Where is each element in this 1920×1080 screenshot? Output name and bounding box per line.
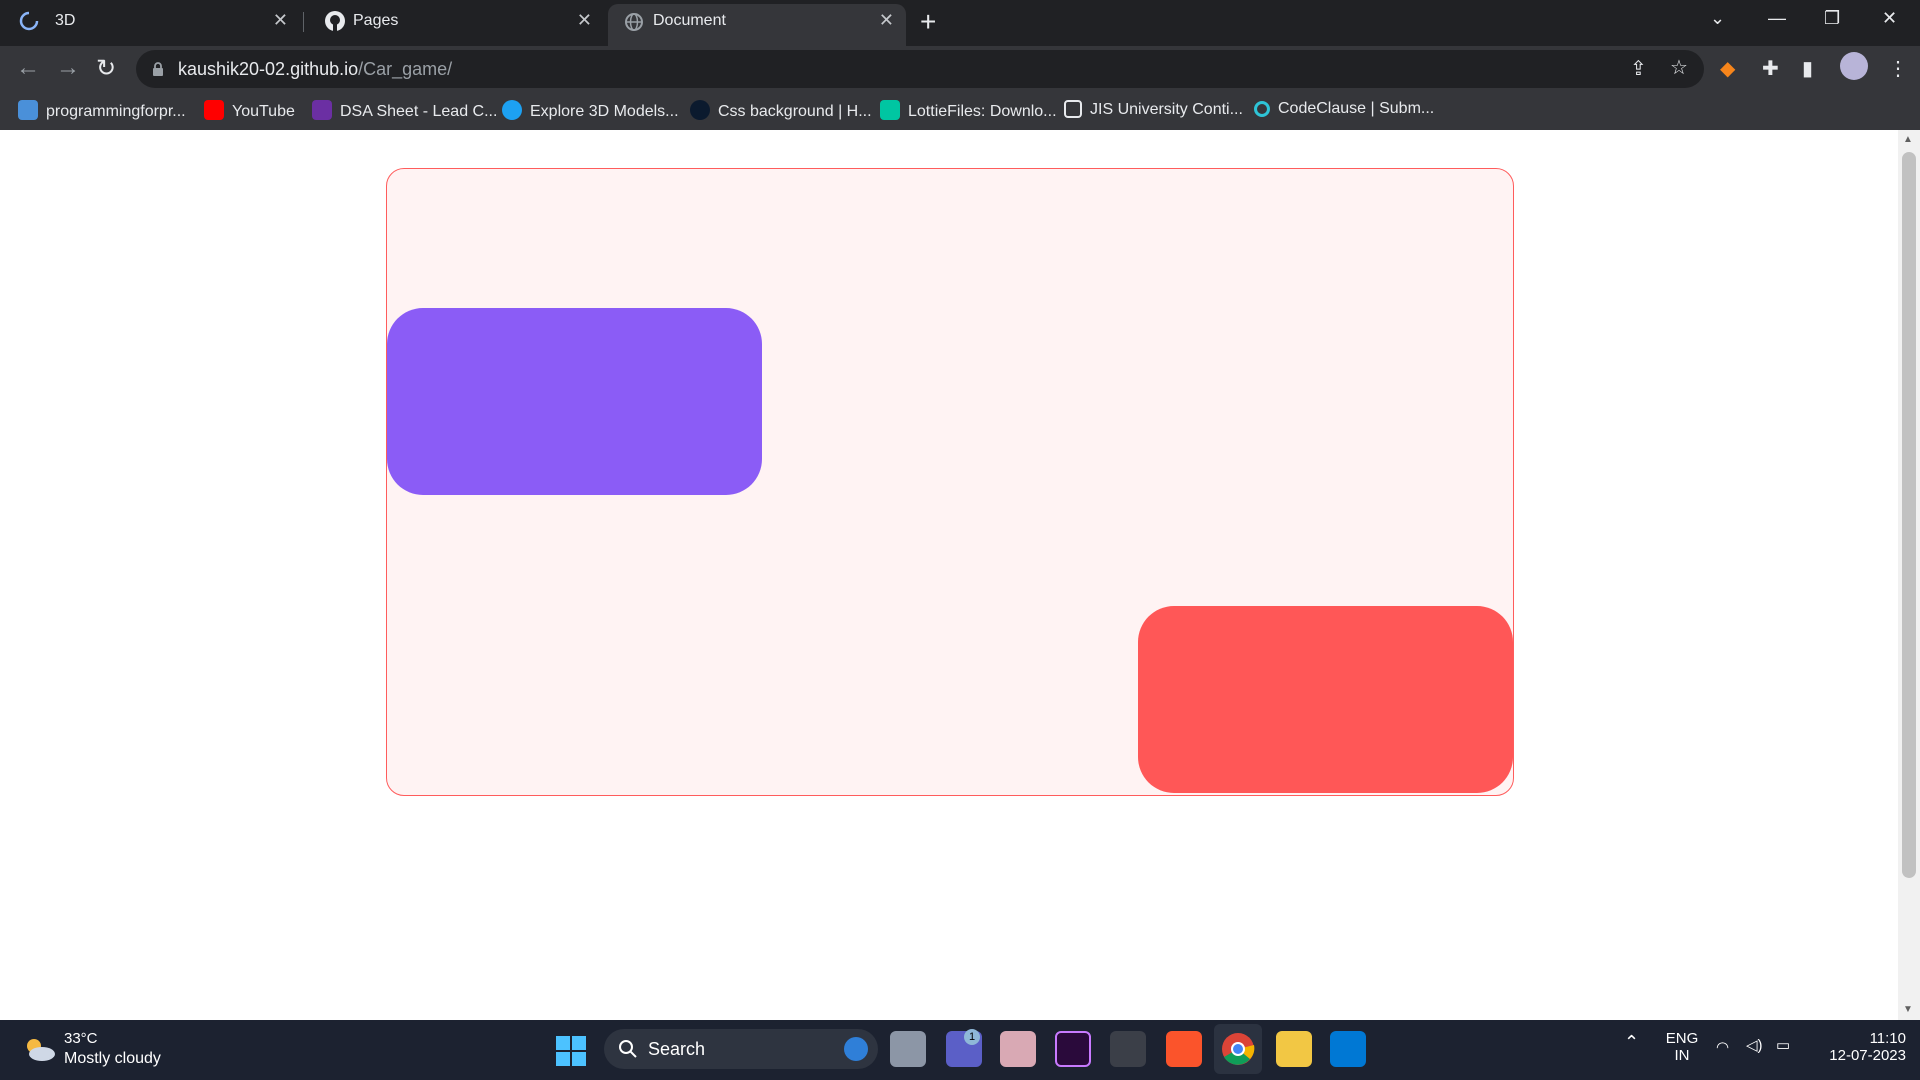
scroll-down-icon[interactable]: ▼	[1903, 1004, 1913, 1015]
bookmark-favicon-icon	[690, 100, 710, 120]
bing-icon[interactable]	[844, 1037, 868, 1061]
tab-title: Document	[653, 12, 726, 29]
reload-icon[interactable]: ↻	[96, 54, 116, 83]
clock-time: 11:10	[1869, 1030, 1906, 1047]
tab-strip: 3D ✕ Pages ✕ Document ✕ + ⌄ — ❐ ✕	[0, 0, 1920, 46]
bookmark-label: DSA Sheet - Lead C...	[340, 103, 498, 120]
search-icon	[619, 1040, 637, 1058]
bookmark-favicon-icon	[1254, 101, 1270, 117]
bookmark-item[interactable]: LottieFiles: Downlo...	[880, 100, 1057, 121]
enemy-car	[1138, 606, 1513, 793]
url-text: kaushik20-02.github.io/Car_game/	[178, 59, 452, 80]
task-view-icon[interactable]	[890, 1031, 926, 1067]
tab-search-icon[interactable]: ⌄	[1710, 8, 1725, 29]
tab-3d[interactable]: 3D ✕	[0, 0, 300, 42]
close-window-icon[interactable]: ✕	[1882, 8, 1897, 29]
language-code: ENG	[1665, 1030, 1699, 1047]
clock-date: 12-07-2023	[1829, 1047, 1906, 1064]
weather-condition: Mostly cloudy	[64, 1050, 161, 1067]
bookmark-label: Explore 3D Models...	[530, 103, 679, 120]
weather-temperature: 33°C	[64, 1030, 98, 1047]
new-tab-button[interactable]: +	[920, 6, 936, 38]
external-link-icon	[1064, 100, 1082, 118]
bookmark-label: Css background | H...	[718, 103, 872, 120]
chrome-icon[interactable]	[1220, 1031, 1256, 1067]
side-panel-icon[interactable]: ▮	[1802, 56, 1813, 81]
terminal-icon[interactable]	[1110, 1031, 1146, 1067]
scroll-up-icon[interactable]: ▲	[1903, 134, 1913, 145]
restore-icon[interactable]: ❐	[1824, 8, 1840, 29]
close-tab-icon[interactable]: ✕	[577, 10, 592, 31]
vscode-icon[interactable]	[1330, 1031, 1366, 1067]
scrollbar-thumb[interactable]	[1902, 152, 1916, 878]
tab-pages[interactable]: Pages ✕	[306, 0, 604, 42]
wifi-icon[interactable]: ◠	[1716, 1038, 1729, 1056]
close-tab-icon[interactable]: ✕	[273, 10, 288, 31]
battery-icon[interactable]: ▭	[1776, 1036, 1790, 1054]
lottiefiles-icon	[880, 100, 900, 120]
browser-toolbar: ← → ↻ kaushik20-02.github.io/Car_game/ ⇪…	[0, 46, 1920, 130]
language-indicator[interactable]: ENG IN	[1664, 1030, 1700, 1064]
anime-app-icon[interactable]	[1000, 1031, 1036, 1067]
globe-icon	[625, 13, 643, 31]
bookmark-item[interactable]: programmingforpr...	[18, 100, 186, 121]
extensions-puzzle-icon[interactable]: ✚	[1762, 56, 1779, 81]
brave-browser-icon[interactable]	[1166, 1031, 1202, 1067]
bookmark-item[interactable]: YouTube	[204, 100, 295, 121]
tab-separator	[303, 12, 304, 32]
back-icon[interactable]: ←	[16, 54, 40, 82]
notification-badge: 1	[964, 1029, 980, 1045]
url-path: /Car_game/	[358, 59, 453, 79]
bookmark-item[interactable]: Explore 3D Models...	[502, 100, 679, 121]
bookmark-label: LottieFiles: Downlo...	[908, 103, 1057, 120]
bookmark-item[interactable]: JIS University Conti...	[1064, 100, 1243, 119]
vertical-scrollbar[interactable]: ▲ ▼	[1898, 130, 1920, 1020]
address-bar[interactable]: kaushik20-02.github.io/Car_game/ ⇪ ☆	[136, 50, 1704, 88]
windows-start-icon[interactable]	[556, 1036, 586, 1066]
volume-icon[interactable]: ◁)	[1746, 1036, 1763, 1054]
metamask-extension-icon[interactable]: ◆	[1720, 56, 1735, 81]
bookmark-favicon-icon	[312, 100, 332, 120]
tab-document[interactable]: Document ✕	[608, 4, 906, 46]
bookmarks-bar: programmingforpr... YouTube DSA Sheet - …	[0, 94, 1920, 128]
bookmark-item[interactable]: CodeClause | Subm...	[1254, 100, 1434, 118]
bookmark-favicon-icon	[502, 100, 522, 120]
menu-kebab-icon[interactable]: ⋮	[1888, 56, 1908, 81]
windows-taskbar: 33°C Mostly cloudy Search 1 ⌃ ENG IN ◠ ◁…	[0, 1020, 1920, 1080]
search-label: Search	[648, 1039, 706, 1059]
player-car[interactable]	[387, 308, 762, 495]
profile-avatar[interactable]	[1840, 52, 1868, 80]
premiere-pro-icon[interactable]	[1055, 1031, 1091, 1067]
bookmark-star-icon[interactable]: ☆	[1670, 55, 1688, 80]
game-road	[386, 168, 1514, 796]
close-tab-icon[interactable]: ✕	[879, 10, 894, 31]
show-hidden-icons-icon[interactable]: ⌃	[1624, 1032, 1639, 1053]
url-host: kaushik20-02.github.io	[178, 59, 359, 79]
file-explorer-icon[interactable]	[1276, 1031, 1312, 1067]
bookmark-favicon-icon	[18, 100, 38, 120]
region-code: IN	[1674, 1047, 1690, 1064]
github-icon	[325, 11, 345, 31]
bookmark-item[interactable]: Css background | H...	[690, 100, 872, 121]
bookmark-label: JIS University Conti...	[1090, 101, 1243, 118]
lock-icon	[153, 62, 163, 76]
minimize-icon[interactable]: —	[1768, 8, 1786, 29]
bookmark-label: CodeClause | Subm...	[1278, 100, 1435, 117]
bookmark-label: programmingforpr...	[46, 103, 186, 120]
youtube-icon	[204, 100, 224, 120]
bookmark-item[interactable]: DSA Sheet - Lead C...	[312, 100, 497, 121]
loading-spinner-icon	[19, 11, 39, 31]
page-viewport	[0, 130, 1898, 1020]
bookmark-label: YouTube	[232, 103, 295, 120]
system-clock[interactable]: 11:10 12-07-2023	[1810, 1030, 1906, 1064]
taskbar-search[interactable]: Search	[604, 1029, 878, 1069]
share-icon[interactable]: ⇪	[1630, 56, 1647, 81]
forward-icon[interactable]: →	[56, 54, 80, 82]
tab-title: 3D	[55, 12, 76, 29]
cloudy-weather-icon	[27, 1039, 55, 1061]
tab-title: Pages	[353, 12, 399, 29]
